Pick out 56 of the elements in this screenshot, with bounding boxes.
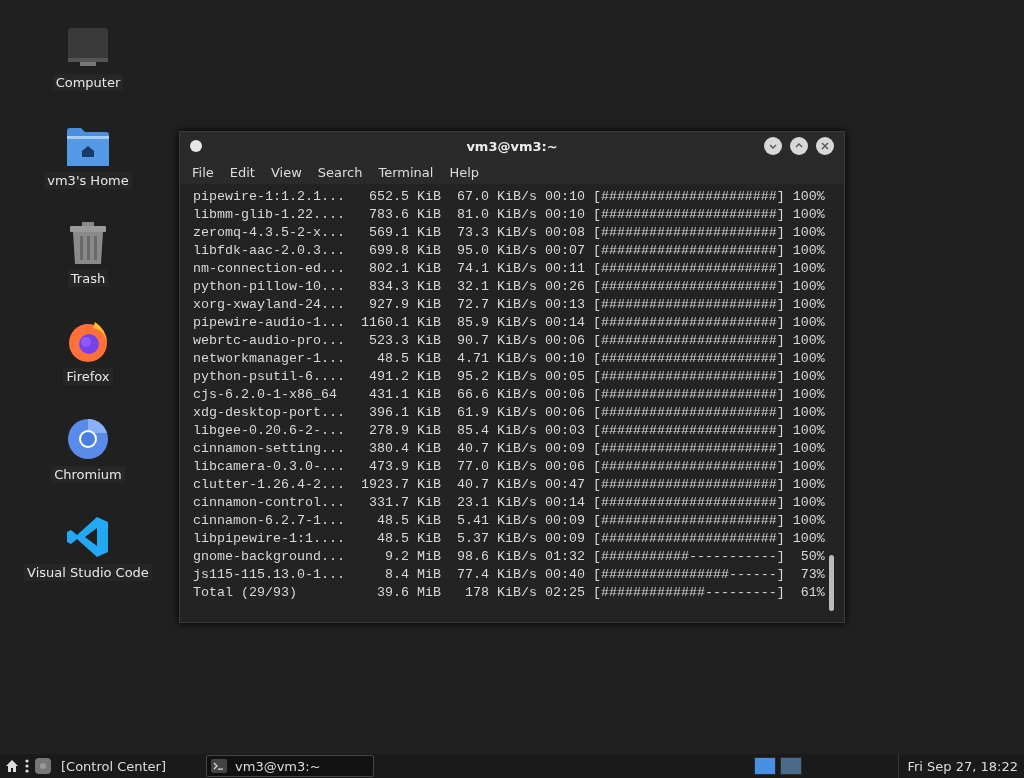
scrollbar-thumb[interactable] bbox=[829, 555, 834, 611]
taskbar-window-button[interactable]: vm3@vm3:~ bbox=[206, 755, 375, 777]
desktop-icon-label[interactable]: vm3's Home bbox=[44, 172, 132, 189]
menu-icon[interactable] bbox=[5, 759, 19, 773]
minimize-button[interactable] bbox=[764, 137, 782, 155]
trash-icon[interactable] bbox=[70, 222, 106, 264]
terminal-line: cinnamon-control... 331.7 KiB 23.1 KiB/s 00:14 [######################] 100% bbox=[193, 494, 826, 512]
close-button[interactable] bbox=[816, 137, 834, 155]
menu-item[interactable]: Terminal bbox=[370, 164, 442, 180]
terminal-line: cinnamon-6.2.7-1... 48.5 KiB 5.41 KiB/s 00:09 [######################] 100% bbox=[193, 512, 826, 530]
monitor-icon[interactable] bbox=[66, 28, 110, 68]
terminal-line: nm-connection-ed... 802.1 KiB 74.1 KiB/s 00:11 [######################] 100% bbox=[193, 260, 826, 278]
terminal-line: libfdk-aac-2.0.3... 699.8 KiB 95.0 KiB/s 00:07 [######################] 100% bbox=[193, 242, 826, 260]
desktop-icon-label[interactable]: Computer bbox=[52, 74, 124, 91]
workspace-button[interactable] bbox=[754, 757, 777, 775]
terminal-line: zeromq-4.3.5-2-x... 569.1 KiB 73.3 KiB/s 00:08 [######################] 100% bbox=[193, 224, 826, 242]
desktop-icon-label[interactable]: Trash bbox=[67, 270, 109, 287]
workspace-button[interactable] bbox=[780, 757, 803, 775]
code-editor-icon[interactable] bbox=[67, 516, 109, 558]
menu-item[interactable]: File bbox=[184, 164, 222, 180]
terminal-line: Total (29/93) 39.6 MiB 178 KiB/s 02:25 [#############---------] 61% bbox=[193, 584, 826, 602]
window-menu-icon[interactable] bbox=[190, 140, 202, 152]
desktop-icon-label[interactable]: Visual Studio Code bbox=[24, 564, 152, 581]
maximize-button[interactable] bbox=[790, 137, 808, 155]
menu-item[interactable]: View bbox=[262, 164, 310, 180]
terminal-line: libcamera-0.3.0-... 473.9 KiB 77.0 KiB/s 00:06 [######################] 100% bbox=[193, 458, 826, 476]
terminal-line: pipewire-audio-1... 1160.1 KiB 85.9 KiB/s 00:14 [######################] 100% bbox=[193, 314, 826, 332]
terminal-line: cinnamon-setting... 380.4 KiB 40.7 KiB/s 00:09 [######################] 100% bbox=[193, 440, 826, 458]
more-icon[interactable] bbox=[25, 759, 29, 773]
terminal-line: js115-115.13.0-1... 8.4 MiB 77.4 KiB/s 00:40 [################------] 73% bbox=[193, 566, 826, 584]
home-folder-icon[interactable] bbox=[67, 128, 109, 166]
chromium-icon[interactable] bbox=[67, 418, 109, 460]
terminal-line: webrtc-audio-pro... 523.3 KiB 90.7 KiB/s 00:06 [######################] 100% bbox=[193, 332, 826, 350]
menu-item[interactable]: Help bbox=[441, 164, 488, 180]
terminal-line: python-psutil-6.... 491.2 KiB 95.2 KiB/s 00:05 [######################] 100% bbox=[193, 368, 826, 386]
terminal-line: xdg-desktop-port... 396.1 KiB 61.9 KiB/s 00:06 [######################] 100% bbox=[193, 404, 826, 422]
fox-globe-icon[interactable] bbox=[67, 320, 109, 362]
clock[interactable]: Fri Sep 27, 18:22 bbox=[905, 758, 1024, 774]
desktop-icon-label[interactable]: Chromium bbox=[51, 466, 125, 483]
terminal-line: libpipewire-1:1.... 48.5 KiB 5.37 KiB/s 00:09 [######################] 100% bbox=[193, 530, 826, 548]
terminal-line: networkmanager-1... 48.5 KiB 4.71 KiB/s 00:10 [######################] 100% bbox=[193, 350, 826, 368]
menu-item[interactable]: Edit bbox=[221, 164, 263, 180]
terminal-line: libgee-0.20.6-2-... 278.9 KiB 85.4 KiB/s 00:03 [######################] 100% bbox=[193, 422, 826, 440]
terminal-line: clutter-1.26.4-2... 1923.7 KiB 40.7 KiB/s 00:47 [######################] 100% bbox=[193, 476, 826, 494]
control-center-icon[interactable] bbox=[35, 758, 51, 774]
terminal-line: pipewire-1:1.2.1... 652.5 KiB 67.0 KiB/s 00:10 [######################] 100% bbox=[193, 188, 826, 206]
menu-item[interactable]: Search bbox=[309, 164, 371, 180]
terminal-line: python-pillow-10... 834.3 KiB 32.1 KiB/s 00:26 [######################] 100% bbox=[193, 278, 826, 296]
desktop-icon-label[interactable]: Firefox bbox=[63, 368, 113, 385]
taskbar-launcher[interactable]: [Control Center] bbox=[61, 758, 167, 774]
window-title: vm3@vm3:~ bbox=[466, 138, 558, 154]
terminal-line: xorg-xwayland-24... 927.9 KiB 72.7 KiB/s 00:13 [######################] 100% bbox=[193, 296, 826, 314]
terminal-icon bbox=[211, 759, 228, 773]
terminal-line: cjs-6.2.0-1-x86_64 431.1 KiB 66.6 KiB/s 00:06 [######################] 100% bbox=[193, 386, 826, 404]
terminal-line: gnome-background... 9.2 MiB 98.6 KiB/s 01:32 [###########-----------] 50% bbox=[193, 548, 826, 566]
terminal-line: libmm-glib-1.22.... 783.6 KiB 81.0 KiB/s 00:10 [######################] 100% bbox=[193, 206, 826, 224]
